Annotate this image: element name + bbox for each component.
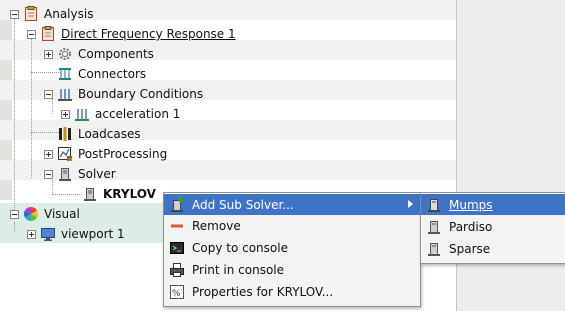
tree-label: acceleration 1 <box>95 107 181 121</box>
tree-item-components[interactable]: Components <box>44 44 154 64</box>
solver-icon <box>57 166 73 182</box>
solver-icon <box>426 219 442 235</box>
tree-item-boundary-conditions[interactable]: Boundary Conditions <box>44 84 203 104</box>
expand-toggle[interactable] <box>44 149 53 159</box>
side-pane <box>456 0 565 311</box>
connector-icon <box>57 66 73 82</box>
loadcases-icon <box>57 126 73 142</box>
expand-toggle[interactable] <box>61 109 70 119</box>
tree-label: Boundary Conditions <box>78 87 204 101</box>
gutter <box>0 100 12 120</box>
tree-label: Solver <box>78 167 116 181</box>
menu-item-label: Add Sub Solver... <box>192 197 294 212</box>
tree-label: Loadcases <box>78 127 141 141</box>
submenu-item-pardiso[interactable]: Pardiso <box>421 216 565 237</box>
document-icon <box>23 6 39 22</box>
solver-icon <box>82 186 98 202</box>
tree-item-analysis[interactable]: Analysis <box>10 4 93 24</box>
solver-icon <box>426 241 442 257</box>
submenu-item-label: Sparse <box>449 241 491 256</box>
collapse-toggle[interactable] <box>44 89 53 99</box>
collapse-toggle[interactable] <box>27 29 36 39</box>
expand-toggle[interactable] <box>44 49 53 59</box>
submenu-item-label: Pardiso <box>449 219 493 234</box>
remove-icon <box>169 218 185 234</box>
add-solver-icon <box>169 196 185 213</box>
menu-item-copy-to-console[interactable]: Copy to console <box>164 237 420 258</box>
tree-item-viewport[interactable]: viewport 1 <box>27 224 125 244</box>
tree-item-krylov[interactable]: KRYLOV <box>82 184 156 204</box>
console-icon <box>169 240 185 256</box>
submenu-item-sparse[interactable]: Sparse <box>421 238 565 259</box>
color-wheel-icon <box>23 206 39 222</box>
submenu-item-mumps[interactable]: Mumps <box>421 194 565 215</box>
tree-label: KRYLOV <box>103 187 156 201</box>
menu-item-properties[interactable]: % Properties for KRYLOV... <box>164 281 420 302</box>
gutter <box>0 60 12 80</box>
tree-label: Connectors <box>78 67 147 81</box>
tree-label: Analysis <box>44 7 94 21</box>
tree-item-connectors[interactable]: Connectors <box>57 64 146 84</box>
gear-icon <box>57 46 73 62</box>
tree-item-loadcases[interactable]: Loadcases <box>57 124 141 144</box>
submenu-arrow-icon <box>408 200 413 208</box>
collapse-toggle[interactable] <box>44 169 53 179</box>
tree-label: PostProcessing <box>78 147 168 161</box>
menu-item-label: Print in console <box>192 262 285 277</box>
tree-item-postprocessing[interactable]: PostProcessing <box>44 144 167 164</box>
menu-item-print-in-console[interactable]: Print in console <box>164 259 420 280</box>
chart-icon <box>57 146 73 162</box>
tree-label: Direct Frequency Response 1 <box>61 27 236 41</box>
gutter <box>0 140 12 160</box>
acceleration-icon <box>74 106 90 122</box>
monitor-icon <box>40 226 56 242</box>
gutter <box>0 180 12 200</box>
tree-label: Visual <box>44 207 80 221</box>
tree-item-acceleration[interactable]: acceleration 1 <box>61 104 180 124</box>
collapse-toggle[interactable] <box>10 9 19 19</box>
menu-item-label: Remove <box>192 218 241 233</box>
tree-line <box>14 18 15 212</box>
tree-item-direct-frequency-response[interactable]: Direct Frequency Response 1 <box>27 24 236 44</box>
tree-item-visual[interactable]: Visual <box>10 204 80 224</box>
menu-item-remove[interactable]: Remove <box>164 215 420 236</box>
tree-label: Components <box>78 47 154 61</box>
expand-toggle[interactable] <box>27 229 36 239</box>
tree-line <box>31 38 32 178</box>
printer-icon <box>169 262 185 278</box>
collapse-toggle[interactable] <box>10 209 19 219</box>
submenu: Mumps Pardiso Sparse <box>420 192 565 264</box>
submenu-item-label: Mumps <box>449 197 493 212</box>
tree-label: viewport 1 <box>61 227 125 241</box>
solver-icon <box>426 197 442 213</box>
tree-line <box>52 194 82 195</box>
properties-icon: % <box>169 284 185 300</box>
menu-item-add-sub-solver[interactable]: Add Sub Solver... <box>164 194 420 215</box>
context-menu: Add Sub Solver... Remove Copy to console… <box>163 192 421 307</box>
menu-item-label: Copy to console <box>192 240 288 255</box>
tree-item-solver[interactable]: Solver <box>44 164 116 184</box>
boundary-conditions-icon <box>57 86 73 102</box>
menu-item-label: Properties for KRYLOV... <box>192 284 334 299</box>
document-icon <box>40 26 56 42</box>
svg-text:%: % <box>172 289 181 299</box>
